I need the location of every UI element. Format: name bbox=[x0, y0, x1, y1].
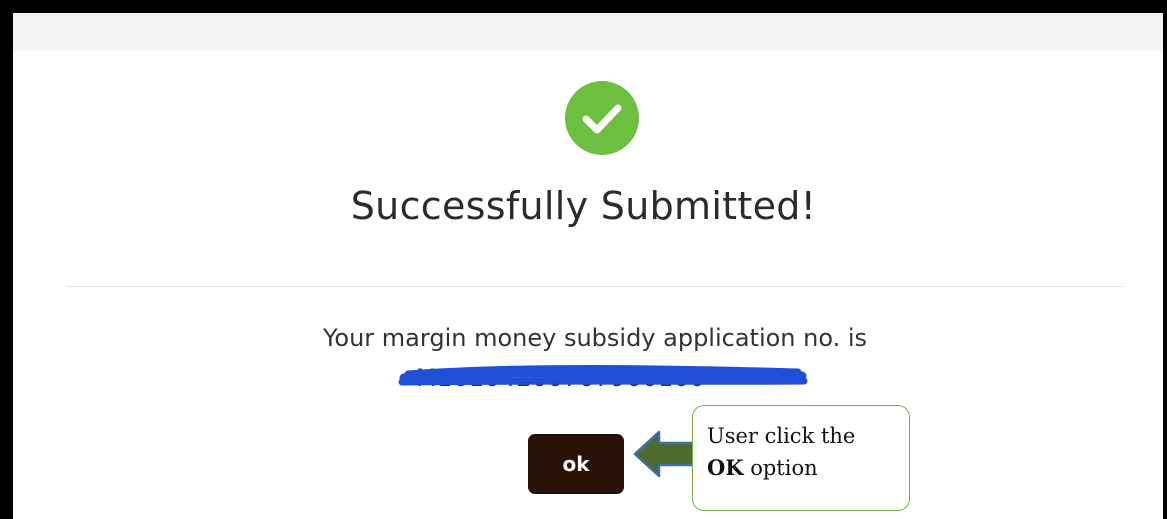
ok-button[interactable]: ok bbox=[528, 434, 624, 494]
callout-bold: OK bbox=[707, 455, 744, 480]
frame-border-right bbox=[1163, 0, 1167, 519]
dialog-message: Your margin money subsidy application no… bbox=[322, 324, 868, 352]
callout-line2: option bbox=[743, 456, 818, 480]
arrow-left-icon bbox=[633, 430, 697, 478]
frame-border-top bbox=[0, 0, 1167, 13]
redaction-scribble bbox=[398, 365, 808, 386]
frame-border-left bbox=[0, 0, 13, 519]
screenshot-frame: Successfully Submitted! Your margin mone… bbox=[0, 0, 1167, 519]
instruction-callout: User click the OK option bbox=[692, 405, 910, 511]
check-circle-icon bbox=[565, 81, 639, 155]
application-number: M10104200707900100 bbox=[398, 362, 808, 392]
callout-line1: User click the bbox=[707, 424, 856, 448]
divider bbox=[66, 286, 1123, 287]
dialog-title: Successfully Submitted! bbox=[350, 184, 817, 228]
dialog-header-strip bbox=[13, 13, 1163, 51]
